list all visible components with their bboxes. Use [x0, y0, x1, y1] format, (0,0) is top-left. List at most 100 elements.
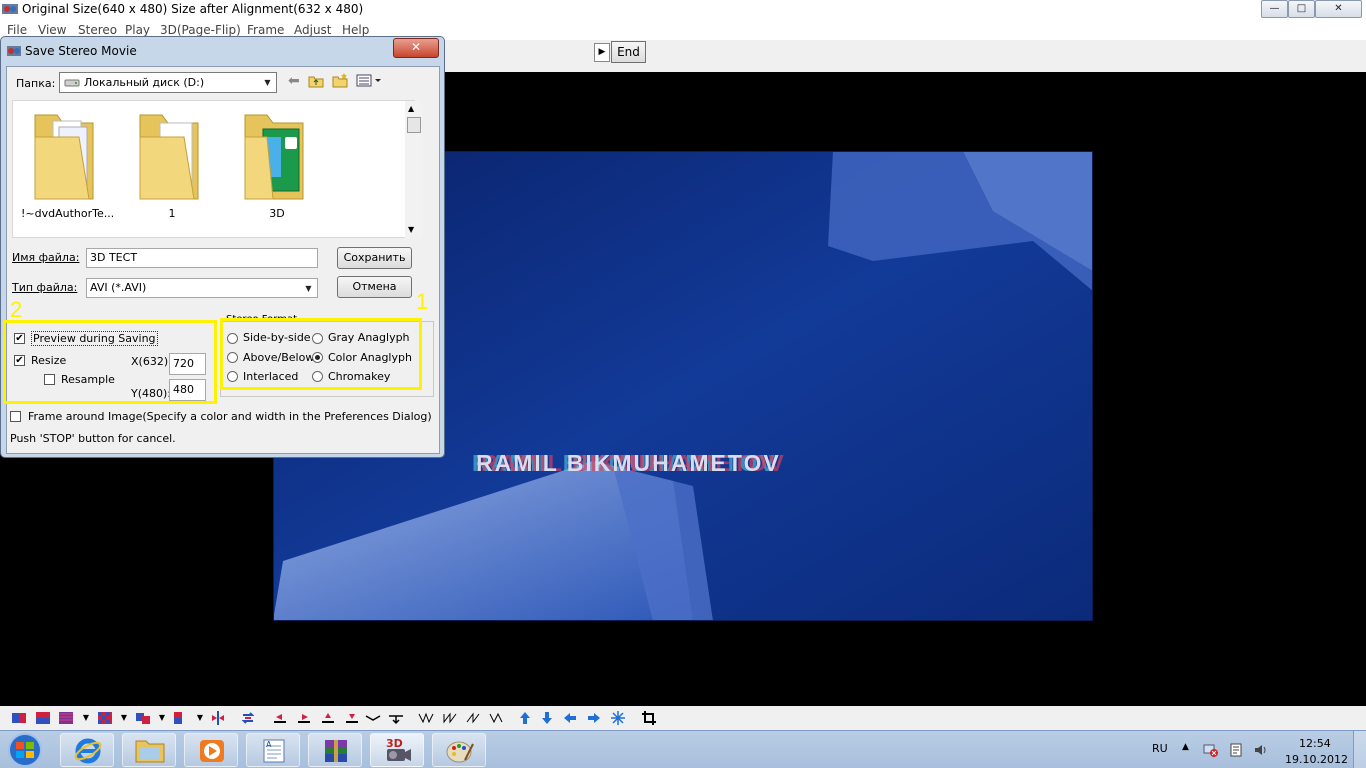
checker-view-icon[interactable]	[97, 710, 113, 726]
window-title: Original Size(640 x 480) Size after Alig…	[22, 2, 364, 16]
show-hidden-icons-icon[interactable]: ▲	[1182, 742, 1189, 752]
status-text: Push 'STOP' button for cancel.	[10, 432, 176, 445]
folder-name: !~dvdAuthorTe...	[21, 207, 113, 220]
internet-explorer-icon	[74, 738, 102, 764]
rotate-left-icon[interactable]	[365, 710, 381, 726]
filetype-label: Тип файла:	[12, 281, 78, 294]
interlaced-view-icon[interactable]	[58, 710, 74, 726]
menu-play[interactable]: Play	[125, 23, 150, 37]
save-button[interactable]: Сохранить	[337, 247, 412, 269]
folder-item[interactable]: 3D	[231, 105, 323, 220]
svg-text:3D: 3D	[386, 737, 403, 750]
rotate-right-icon[interactable]	[388, 710, 404, 726]
start-button[interactable]	[2, 732, 48, 768]
menu-stereo[interactable]: Stereo	[78, 23, 117, 37]
network-icon[interactable]	[1203, 742, 1219, 758]
show-desktop-button[interactable]	[1353, 731, 1366, 768]
above-below-view-icon[interactable]	[35, 710, 51, 726]
arrow-down-icon[interactable]	[539, 710, 555, 726]
taskbar-paint-icon[interactable]	[432, 733, 486, 767]
folder-icon	[135, 740, 165, 763]
file-list-scrollbar[interactable]: ▲ ▼	[405, 101, 422, 239]
center-icon[interactable]	[610, 710, 626, 726]
taskbar-wordpad-icon[interactable]: A	[246, 733, 300, 767]
taskbar-ie-icon[interactable]	[60, 733, 114, 767]
look-in-value: Локальный диск (D:)	[84, 76, 205, 89]
folder-item[interactable]: 1	[126, 105, 218, 220]
menu-adjust[interactable]: Adjust	[294, 23, 332, 37]
keystone-2-icon[interactable]	[442, 710, 458, 726]
volume-icon[interactable]	[1253, 742, 1269, 758]
anaglyph-view-icon[interactable]	[135, 710, 151, 726]
chevron-down-icon: ▼	[264, 78, 271, 87]
folder-item[interactable]: !~dvdAuthorTe...	[21, 105, 113, 220]
view-menu-icon[interactable]	[356, 74, 382, 87]
minimize-button[interactable]: —	[1261, 0, 1288, 18]
language-indicator[interactable]: RU	[1152, 742, 1168, 755]
taskbar-media-player-icon[interactable]	[184, 733, 238, 767]
keystone-1-icon[interactable]	[418, 710, 434, 726]
file-list[interactable]: !~dvdAuthorTe... 1 3D ▲ ▼	[12, 100, 422, 239]
svg-text:A: A	[266, 740, 272, 749]
drive-icon	[64, 79, 80, 87]
scroll-thumb[interactable]	[407, 117, 421, 133]
chevron-down-icon[interactable]: ▼	[192, 710, 208, 726]
shift-left-icon[interactable]	[272, 710, 288, 726]
look-in-combo[interactable]: Локальный диск (D:) ▼	[59, 72, 277, 93]
back-arrow-icon[interactable]: ⬅	[288, 73, 300, 89]
seek-forward-button[interactable]: ▶	[594, 43, 610, 62]
filename-input[interactable]: 3D ТЕСТ	[86, 248, 318, 268]
new-folder-icon[interactable]	[332, 73, 348, 88]
keystone-4-icon[interactable]	[488, 710, 504, 726]
scroll-down-icon[interactable]: ▼	[408, 225, 414, 234]
chevron-down-icon[interactable]: ▼	[78, 710, 94, 726]
close-window-button[interactable]: ✕	[1315, 0, 1362, 18]
taskbar: A 3D RU ▲ 12:54 19.10.2012	[0, 730, 1366, 768]
highlight-box-2	[3, 320, 217, 404]
shift-up-icon[interactable]	[320, 710, 336, 726]
stereo-movie-maker-icon: 3D	[386, 737, 411, 761]
menu-view[interactable]: View	[38, 23, 66, 37]
taskbar-stereo-movie-maker-icon[interactable]: 3D	[370, 733, 424, 767]
frame-around-image-label: Frame around Image(Specify a color and w…	[28, 410, 432, 423]
maximize-button[interactable]: □	[1288, 0, 1315, 18]
arrow-left-icon[interactable]	[562, 710, 578, 726]
crop-icon[interactable]	[641, 710, 657, 726]
chevron-down-icon[interactable]: ▼	[154, 710, 170, 726]
dialog-close-button[interactable]: ✕	[393, 38, 439, 58]
shift-down-icon[interactable]	[344, 710, 360, 726]
taskbar-winrar-icon[interactable]	[308, 733, 362, 767]
paint-icon	[446, 741, 474, 763]
keystone-3-icon[interactable]	[465, 710, 481, 726]
menu-file[interactable]: File	[7, 23, 27, 37]
cancel-button[interactable]: Отмена	[337, 276, 412, 298]
chevron-down-icon: ▼	[305, 284, 312, 293]
chevron-down-icon[interactable]: ▼	[116, 710, 132, 726]
menu-3d-page-flip[interactable]: 3D(Page-Flip)	[160, 23, 241, 37]
arrow-right-icon[interactable]	[586, 710, 602, 726]
menu-frame[interactable]: Frame	[247, 23, 284, 37]
taskbar-explorer-icon[interactable]	[122, 733, 176, 767]
video-caption: RAMIL BIKMUHAMETOV	[476, 450, 781, 476]
scroll-up-icon[interactable]: ▲	[408, 104, 414, 113]
filetype-combo[interactable]: AVI (*.AVI) ▼	[86, 278, 318, 298]
menu-help[interactable]: Help	[342, 23, 369, 37]
swap-eyes-icon[interactable]	[240, 710, 256, 726]
app-icon	[2, 4, 18, 14]
single-eye-view-icon[interactable]	[170, 710, 186, 726]
page-flip-icon[interactable]	[210, 710, 226, 726]
shift-right-icon[interactable]	[296, 710, 312, 726]
clock-date[interactable]: 19.10.2012	[1285, 753, 1348, 766]
dialog-app-icon	[7, 46, 21, 56]
end-button[interactable]: End	[611, 41, 646, 63]
up-folder-icon[interactable]	[308, 74, 324, 88]
side-by-side-view-icon[interactable]	[11, 710, 27, 726]
clock-time[interactable]: 12:54	[1299, 737, 1331, 750]
look-in-label: Папка:	[16, 77, 56, 90]
frame-checkbox[interactable]	[10, 411, 21, 422]
bottom-toolbar: ▼ ▼ ▼ ▼	[0, 706, 1366, 730]
winrar-icon	[325, 740, 347, 762]
action-center-icon[interactable]	[1228, 742, 1244, 758]
window-titlebar: Original Size(640 x 480) Size after Alig…	[0, 0, 1366, 20]
arrow-up-icon[interactable]	[517, 710, 533, 726]
